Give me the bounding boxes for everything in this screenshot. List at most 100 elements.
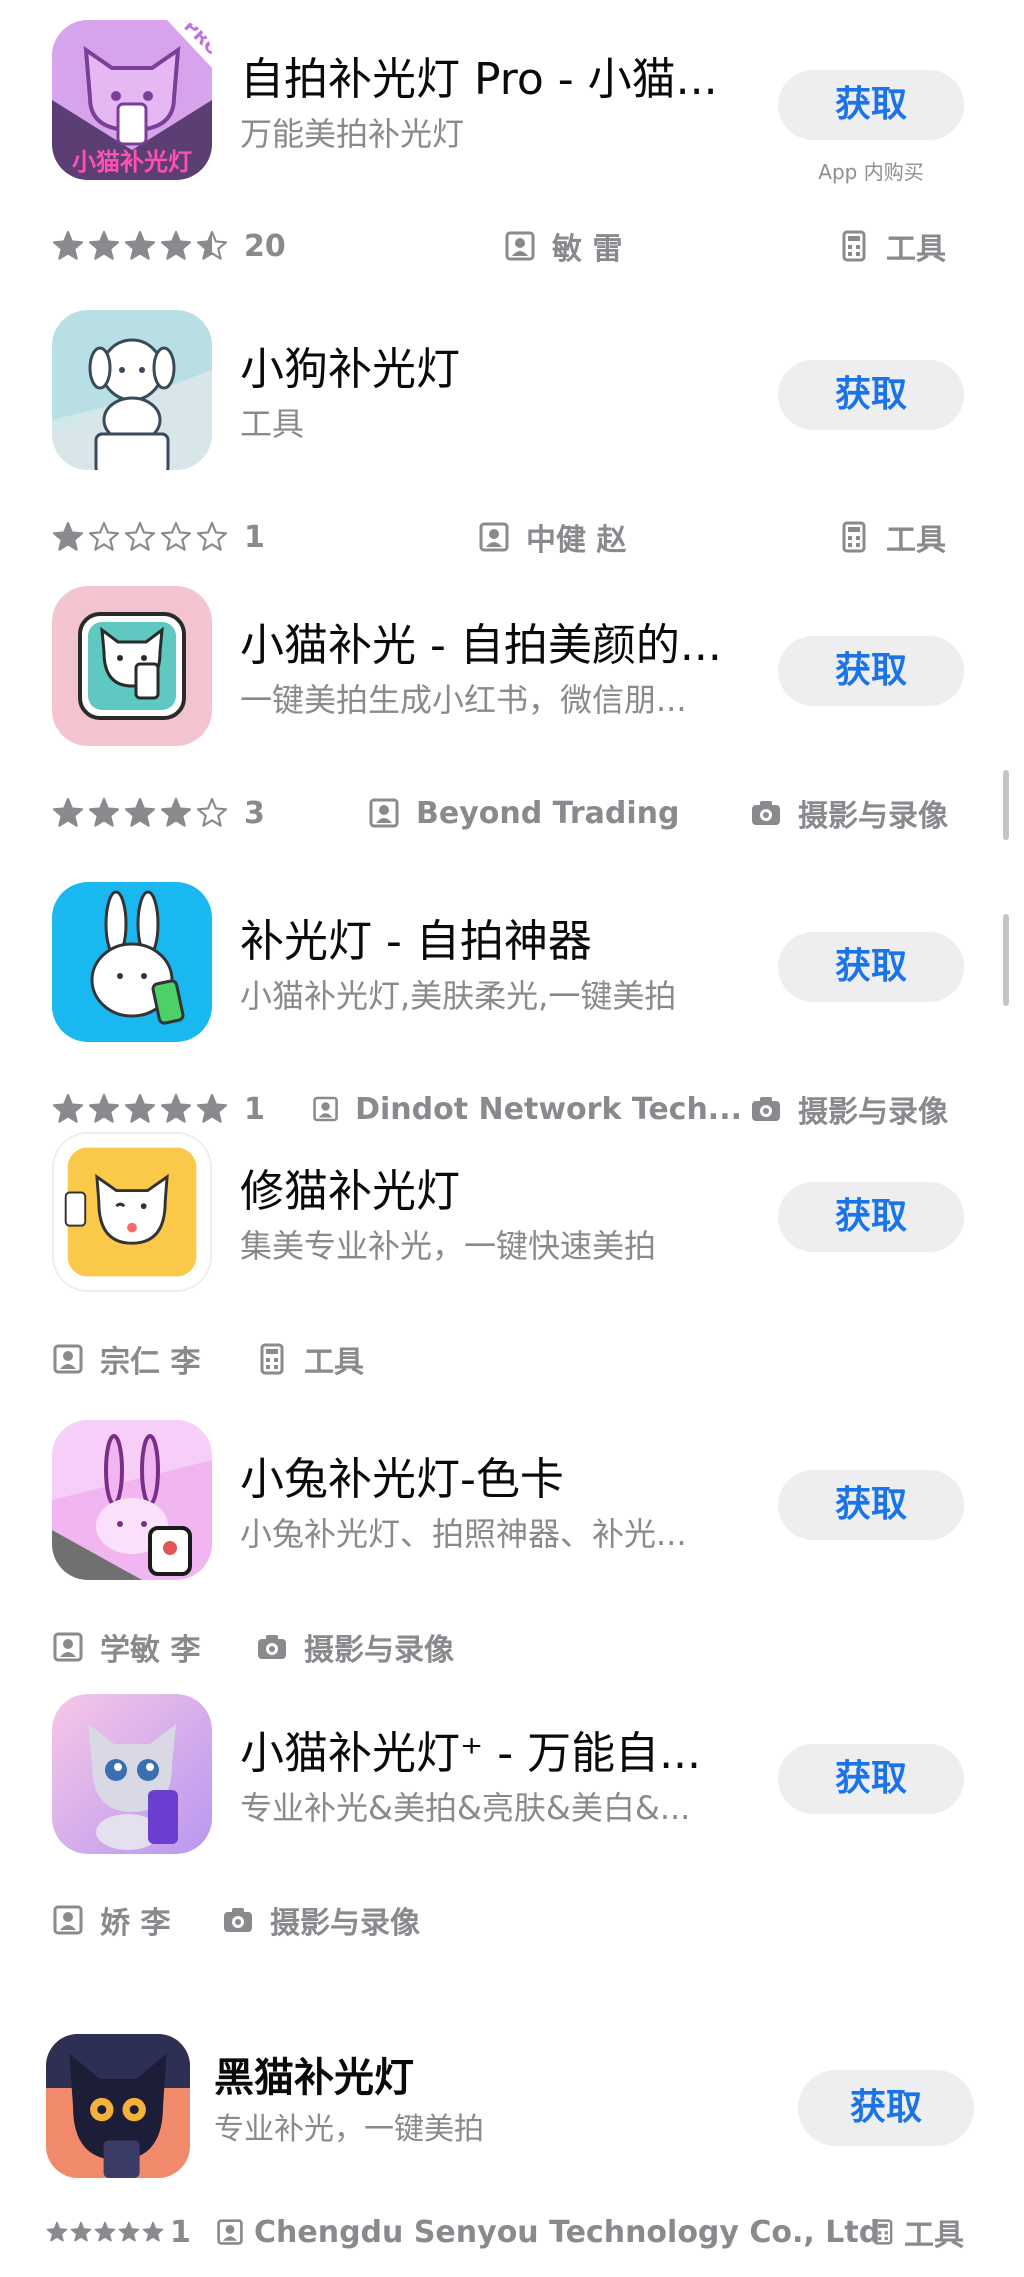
rating-count: 1 xyxy=(170,2214,191,2250)
rating-stars xyxy=(46,2221,166,2243)
scrollbar-thumb[interactable] xyxy=(1003,914,1009,1006)
developer[interactable]: Dindot Network Tech... xyxy=(312,1084,742,1134)
developer[interactable]: Chengdu Senyou Technology Co., Ltd xyxy=(216,2207,880,2257)
get-button[interactable]: 获取 xyxy=(778,1470,964,1540)
developer[interactable]: 娇 李 xyxy=(52,1895,170,1945)
app-meta-row: 1 Chengdu Senyou Technology Co., Ltd 工具 xyxy=(46,2207,966,2257)
app-title: 补光灯 - 自拍神器 xyxy=(240,916,592,967)
star-filled-icon xyxy=(160,1093,192,1123)
get-button[interactable]: 获取 xyxy=(778,70,964,140)
get-button[interactable]: 获取 xyxy=(778,636,964,706)
category[interactable]: 摄影与录像 xyxy=(222,1895,420,1945)
get-button[interactable]: 获取 xyxy=(798,2070,974,2146)
rating-stars xyxy=(52,521,232,553)
category-name: 工具 xyxy=(904,2218,964,2253)
rating-stars xyxy=(52,1093,232,1125)
app-subtitle: 一键美拍生成小红书，微信朋... xyxy=(240,681,687,719)
category[interactable]: 摄影与录像 xyxy=(750,788,948,838)
star-filled-icon xyxy=(196,1093,228,1123)
category[interactable]: 摄影与录像 xyxy=(750,1084,948,1134)
app-subtitle: 专业补光&美拍&亮肤&美白&... xyxy=(240,1789,691,1827)
calculator-icon xyxy=(842,521,866,553)
app-title: 自拍补光灯 Pro - 小猫... xyxy=(240,54,718,105)
star-empty-icon xyxy=(124,521,156,551)
category-name: 摄影与录像 xyxy=(798,1095,948,1130)
star-filled-icon xyxy=(52,230,84,260)
person-icon xyxy=(217,2219,243,2245)
star-empty-icon xyxy=(88,521,120,551)
category-name: 工具 xyxy=(886,232,946,267)
developer-name: 娇 李 xyxy=(100,1906,171,1941)
app-icon-cat-selfie[interactable] xyxy=(52,586,212,746)
camera-icon xyxy=(258,1635,286,1659)
developer[interactable]: 中健 赵 xyxy=(478,512,626,562)
app-icon-rabbit-color-card[interactable] xyxy=(52,1420,212,1580)
app-meta-row: 3 Beyond Trading 摄影与录像 xyxy=(52,788,972,838)
app-icon-cat-retouch[interactable] xyxy=(52,1132,212,1292)
get-button[interactable]: 获取 xyxy=(778,932,964,1002)
category[interactable]: 工具 xyxy=(838,221,946,271)
developer-name: Chengdu Senyou Technology Co., Ltd xyxy=(254,2214,881,2250)
person-icon xyxy=(479,522,509,552)
calculator-icon xyxy=(842,230,866,262)
star-filled-icon xyxy=(88,797,120,827)
camera-icon xyxy=(224,1908,252,1932)
developer[interactable]: 宗仁 李 xyxy=(52,1334,200,1384)
rating-count: 3 xyxy=(244,795,265,831)
rating: 3 xyxy=(52,788,265,838)
category-name: 摄影与录像 xyxy=(798,799,948,834)
person-icon xyxy=(505,231,535,261)
camera-icon xyxy=(752,801,780,825)
get-button[interactable]: 获取 xyxy=(778,1744,964,1814)
get-button[interactable]: 获取 xyxy=(778,360,964,430)
app-icon-cat-light-pro[interactable]: PRO 小猫补光灯 xyxy=(52,20,212,180)
app-icon-dog-light[interactable] xyxy=(52,310,212,470)
app-subtitle: 小兔补光灯、拍照神器、补光... xyxy=(240,1515,687,1553)
star-filled-icon xyxy=(118,2221,140,2242)
get-button[interactable]: 获取 xyxy=(778,1182,964,1252)
star-filled-icon xyxy=(70,2221,92,2242)
rating-count: 1 xyxy=(244,519,265,555)
app-title: 小狗补光灯 xyxy=(240,344,460,395)
star-filled-icon xyxy=(160,230,192,260)
app-title: 小兔补光灯-色卡 xyxy=(240,1454,564,1505)
category-name: 工具 xyxy=(304,1345,364,1380)
star-filled-icon xyxy=(52,521,84,551)
app-subtitle: 小猫补光灯,美肤柔光,一键美拍 xyxy=(240,977,677,1015)
developer[interactable]: 敏 雷 xyxy=(504,221,622,271)
calculator-icon xyxy=(873,2219,893,2245)
category[interactable]: 工具 xyxy=(870,2207,964,2257)
developer[interactable]: Beyond Trading xyxy=(368,788,679,838)
app-icon-black-cat-light[interactable] xyxy=(46,2034,190,2178)
star-filled-icon xyxy=(160,797,192,827)
rating-stars xyxy=(52,797,232,829)
category[interactable]: 摄影与录像 xyxy=(256,1622,454,1672)
developer[interactable]: 学敏 李 xyxy=(52,1622,200,1672)
calculator-icon xyxy=(260,1343,284,1375)
developer-name: 学敏 李 xyxy=(100,1633,201,1668)
icon-wordmark: 小猫补光灯 xyxy=(72,148,192,176)
person-icon xyxy=(53,1344,83,1374)
person-icon xyxy=(53,1905,83,1935)
app-subtitle: 专业补光，一键美拍 xyxy=(214,2112,484,2147)
scrollbar-thumb[interactable] xyxy=(1003,770,1009,840)
developer-name: 敏 雷 xyxy=(552,232,623,267)
star-empty-icon xyxy=(196,521,228,551)
app-meta-row: 学敏 李 摄影与录像 xyxy=(52,1622,972,1672)
category[interactable]: 工具 xyxy=(256,1334,364,1384)
person-icon xyxy=(369,798,399,828)
star-filled-icon xyxy=(88,1093,120,1123)
star-filled-icon xyxy=(124,1093,156,1123)
star-filled-icon xyxy=(46,2221,68,2242)
category[interactable]: 工具 xyxy=(838,512,946,562)
app-icon-rabbit-light[interactable] xyxy=(52,882,212,1042)
app-icon-kitten-light-plus[interactable] xyxy=(52,1694,212,1854)
rating: 1 xyxy=(52,512,265,562)
camera-icon xyxy=(752,1097,780,1121)
app-meta-row: 宗仁 李 工具 xyxy=(52,1334,972,1384)
app-meta-row: 20 敏 雷 工具 xyxy=(52,221,972,271)
star-filled-icon xyxy=(52,1093,84,1123)
developer-name: 宗仁 李 xyxy=(100,1345,201,1380)
app-meta-row: 1 Dindot Network Tech... 摄影与录像 xyxy=(52,1084,972,1134)
star-filled-icon xyxy=(124,230,156,260)
